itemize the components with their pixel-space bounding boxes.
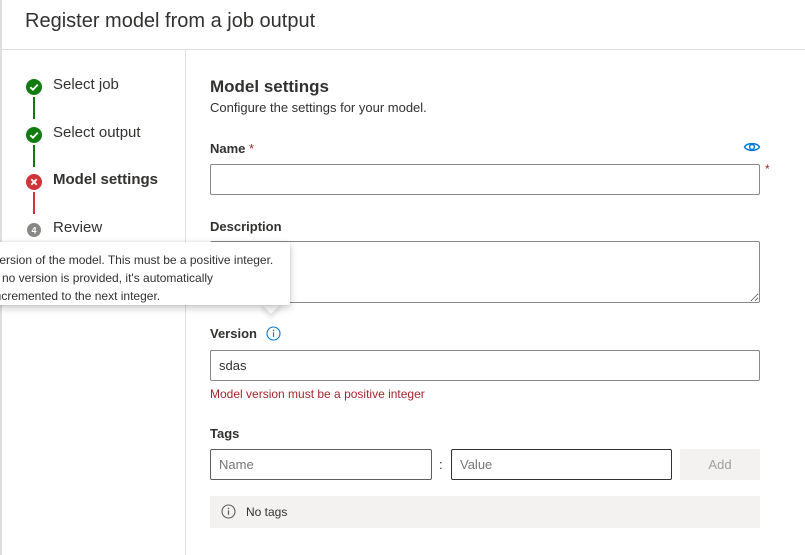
tooltip-line: incremented to the next integer. (0, 289, 161, 303)
version-input[interactable] (210, 350, 760, 381)
tags-label: Tags (210, 426, 240, 441)
panel-header: Register model from a job output (2, 0, 805, 50)
step-connector (33, 145, 35, 167)
section-description: Configure the settings for your model. (210, 100, 427, 115)
version-error-message: Model version must be a positive integer (210, 387, 425, 401)
step-label: Model settings (53, 171, 159, 188)
check-circle-icon (26, 127, 42, 143)
add-tag-button[interactable]: Add (680, 449, 760, 480)
tooltip-line: Version of the model. This must be a pos… (0, 253, 274, 267)
required-mark: * (249, 141, 255, 156)
version-tooltip: Version of the model. This must be a pos… (0, 242, 290, 305)
no-tags-text: No tags (246, 505, 288, 519)
description-label: Description (210, 219, 282, 234)
version-label: Version (210, 326, 257, 341)
required-indicator: * (765, 162, 770, 176)
check-circle-icon (26, 79, 42, 95)
step-label: Select output (53, 124, 141, 141)
tag-separator: : (439, 457, 443, 472)
step-label: Review (53, 219, 103, 236)
name-input[interactable] (210, 164, 760, 195)
step-label: Select job (53, 76, 119, 93)
step-number-icon: 4 (26, 222, 42, 238)
panel-title: Register model from a job output (25, 10, 316, 32)
tooltip-line: If no version is provided, it's automati… (0, 271, 214, 285)
svg-text:4: 4 (31, 226, 36, 236)
tag-value-input[interactable] (451, 449, 672, 480)
eye-icon[interactable] (743, 140, 761, 154)
name-label: Name * (210, 141, 255, 156)
tag-name-input[interactable] (210, 449, 432, 480)
tooltip-text: Version of the model. This must be a pos… (0, 251, 316, 305)
info-icon[interactable] (266, 326, 281, 341)
section-title: Model settings (210, 77, 330, 96)
no-tags-message: No tags (210, 496, 760, 528)
info-icon (221, 504, 236, 519)
step-connector (33, 192, 35, 214)
step-connector (33, 97, 35, 119)
error-circle-icon (26, 174, 42, 190)
